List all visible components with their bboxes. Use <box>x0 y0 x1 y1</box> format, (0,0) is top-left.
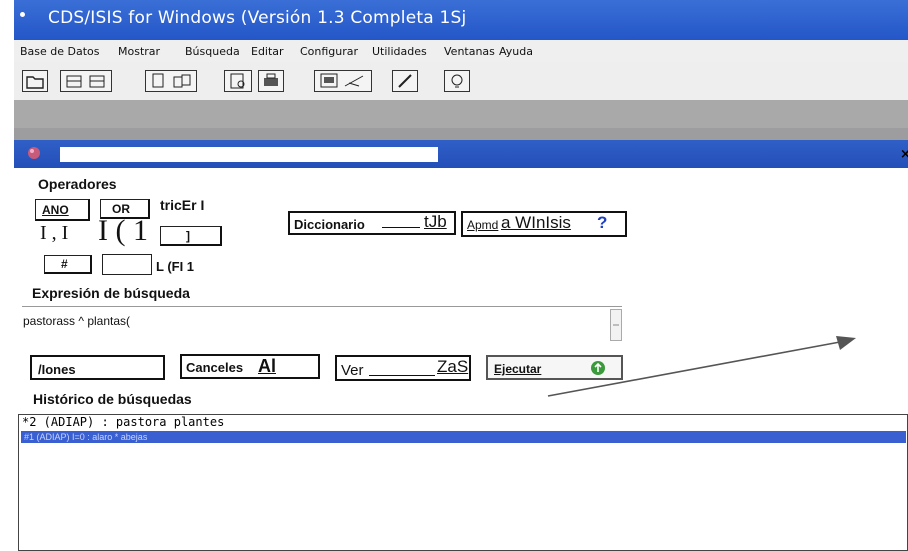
cancel-button[interactable]: Canceles Al <box>180 354 320 379</box>
pencil-icon[interactable] <box>392 70 418 92</box>
view-button[interactable]: Ver ZaS <box>335 355 471 381</box>
window-title: CDS/ISIS for Windows (Versión 1.3 Comple… <box>48 8 467 28</box>
operator-row3-label: L (FI 1 <box>156 259 195 274</box>
printer-icon[interactable] <box>258 70 284 92</box>
search-window-title-field <box>60 147 438 162</box>
history-item[interactable]: *2 (ADIAP) : pastora plantes <box>22 415 224 429</box>
menu-configurar[interactable]: Configurar <box>300 45 358 58</box>
operator-extra-label: tricEr I <box>160 197 205 213</box>
print-preview-icon[interactable] <box>224 70 252 92</box>
open-folder-icon[interactable] <box>22 70 48 92</box>
copy-icon[interactable] <box>145 70 197 92</box>
menu-busqueda[interactable]: Búsqueda <box>185 45 240 58</box>
operator-row2-left: I , I <box>40 222 69 244</box>
database-icon[interactable] <box>60 70 112 92</box>
workspace-band-shadow <box>14 128 908 140</box>
history-item[interactable]: #1 (ADIAP) I=0 : alaro * abejas <box>24 432 147 442</box>
menu-mostrar[interactable]: Mostrar <box>118 45 160 58</box>
hash-operator-button[interactable]: # <box>44 255 92 274</box>
iones-button[interactable]: /Iones <box>30 355 165 380</box>
close-bracket-button[interactable]: ] <box>160 226 222 246</box>
title-bar: CDS/ISIS for Windows (Versión 1.3 Comple… <box>14 0 908 40</box>
and-operator-button[interactable]: ANO <box>35 199 90 221</box>
lightbulb-icon[interactable] <box>444 70 470 92</box>
dictionary-button[interactable]: Diccionario tJb <box>288 211 456 235</box>
search-window-icon <box>28 147 40 159</box>
search-history-label: Histórico de búsquedas <box>33 391 192 407</box>
search-expression-label: Expresión de búsqueda <box>32 285 190 301</box>
screen-icon[interactable] <box>314 70 372 92</box>
menu-editar[interactable]: Editar <box>251 45 284 58</box>
empty-operator-button[interactable] <box>102 254 152 275</box>
menu-utilidades[interactable]: Utilidades <box>372 45 427 58</box>
close-icon[interactable]: × <box>900 147 908 162</box>
toolbar <box>14 62 908 100</box>
menu-bar: Base de Datos Mostrar Búsqueda Editar Co… <box>14 40 908 62</box>
history-item-selected[interactable] <box>21 431 906 443</box>
annotation-arrow <box>547 336 856 397</box>
operators-label: Operadores <box>38 176 117 192</box>
search-expression-value: pastorass ^ plantas( <box>23 314 131 328</box>
window-menu-icon[interactable] <box>20 12 25 17</box>
menu-ventanas[interactable]: Ventanas <box>444 45 495 58</box>
menu-base-de-datos[interactable]: Base de Datos <box>20 45 100 58</box>
menu-ayuda[interactable]: Ayuda <box>499 45 533 58</box>
help-winisis-button[interactable]: Apmd a WInIsis ? <box>461 211 627 237</box>
operator-paren-button[interactable]: I ( 1 <box>98 214 148 248</box>
